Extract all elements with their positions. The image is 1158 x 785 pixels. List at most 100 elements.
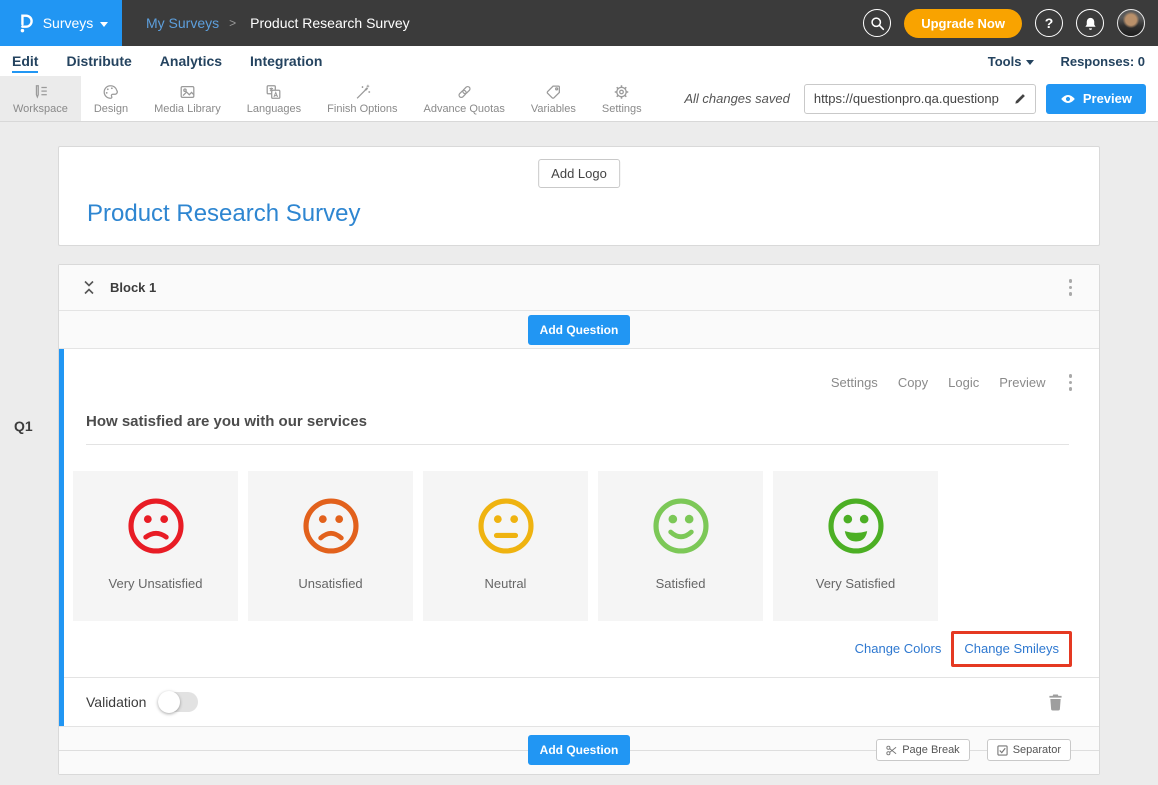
separator-button[interactable]: Separator: [987, 739, 1071, 761]
breadcrumb: My Surveys > Product Research Survey: [146, 15, 410, 31]
gear-icon: [612, 83, 631, 101]
very-unsatisfied-smiley-icon: [125, 495, 187, 557]
tools-menu[interactable]: Tools: [988, 54, 1035, 69]
eye-icon: [1060, 93, 1076, 105]
add-question-button-bottom[interactable]: Add Question: [528, 735, 631, 765]
topbar-actions: Upgrade Now ?: [863, 9, 1158, 38]
bell-icon: [1083, 16, 1098, 31]
delete-question-button[interactable]: [1048, 693, 1063, 711]
page-break-button[interactable]: Page Break: [876, 739, 969, 761]
toolbar-item-media-library[interactable]: Media Library: [141, 76, 234, 121]
toolbar-item-label: Settings: [602, 103, 642, 115]
annotation-highlight-box: Change Smileys: [951, 631, 1072, 667]
pencil-icon: [1013, 92, 1027, 106]
toolbar-item-label: Finish Options: [327, 103, 397, 115]
smiley-option-very-unsatisfied[interactable]: Very Unsatisfied: [73, 471, 238, 621]
toolbar-item-label: Languages: [247, 103, 301, 115]
smiley-label: Unsatisfied: [298, 576, 362, 591]
breadcrumb-my-surveys[interactable]: My Surveys: [146, 15, 219, 31]
toolbar-item-finish-options[interactable]: Finish Options: [314, 76, 410, 121]
block-card: Block 1 Add Question Settings Copy Logic…: [58, 264, 1100, 775]
question-number-label: Q1: [14, 418, 33, 434]
smiley-option-neutral[interactable]: Neutral: [423, 471, 588, 621]
chevron-down-icon: [100, 22, 108, 27]
image-icon: [178, 83, 197, 101]
questionpro-survey-editor: Surveys My Surveys > Product Research Su…: [0, 0, 1158, 785]
save-status: All changes saved: [684, 91, 790, 106]
smiley-customize-links: Change Colors Change Smileys: [91, 631, 1072, 667]
top-bar: Surveys My Surveys > Product Research Su…: [0, 0, 1158, 46]
toolbar-right: All changes saved Preview: [684, 76, 1158, 121]
block-menu-button[interactable]: [1066, 276, 1076, 299]
validation-toggle[interactable]: [158, 692, 198, 712]
smiley-option-satisfied[interactable]: Satisfied: [598, 471, 763, 621]
separator-label: Separator: [1013, 744, 1061, 756]
collapse-vertical-icon: [82, 280, 96, 295]
unsatisfied-smiley-icon: [300, 495, 362, 557]
edit-url-button[interactable]: [1011, 90, 1029, 108]
search-button[interactable]: [863, 9, 891, 37]
toolbar-item-workspace[interactable]: Workspace: [0, 76, 81, 121]
smiley-scale: Very Unsatisfied Unsatisfied: [73, 471, 1099, 621]
smiley-label: Very Satisfied: [816, 576, 896, 591]
tab-integration[interactable]: Integration: [250, 50, 322, 73]
change-colors-link[interactable]: Change Colors: [855, 641, 942, 656]
tab-analytics[interactable]: Analytics: [160, 50, 222, 73]
user-avatar[interactable]: [1117, 9, 1145, 37]
toolbar-item-variables[interactable]: Variables: [518, 76, 589, 121]
help-button[interactable]: ?: [1035, 9, 1063, 37]
smiley-option-very-satisfied[interactable]: Very Satisfied: [773, 471, 938, 621]
validation-row: Validation: [64, 677, 1099, 726]
surveys-app-menu[interactable]: Surveys: [0, 0, 122, 46]
question-settings-link[interactable]: Settings: [831, 375, 878, 390]
very-satisfied-smiley-icon: [825, 495, 887, 557]
smiley-label: Neutral: [485, 576, 527, 591]
add-logo-button[interactable]: Add Logo: [538, 159, 620, 188]
add-question-button-top[interactable]: Add Question: [528, 315, 631, 345]
collapse-block-button[interactable]: [82, 280, 96, 295]
palette-icon: [101, 83, 120, 101]
preview-button[interactable]: Preview: [1046, 84, 1146, 114]
question-preview-link[interactable]: Preview: [999, 375, 1045, 390]
footer-tools: Page Break Separator: [876, 739, 1071, 761]
neutral-smiley-icon: [475, 495, 537, 557]
change-smileys-link[interactable]: Change Smileys: [964, 641, 1059, 656]
smiley-option-unsatisfied[interactable]: Unsatisfied: [248, 471, 413, 621]
survey-title[interactable]: Product Research Survey: [87, 200, 360, 228]
breadcrumb-current-survey: Product Research Survey: [250, 15, 410, 31]
question-logic-link[interactable]: Logic: [948, 375, 979, 390]
page-break-label: Page Break: [902, 744, 959, 756]
upgrade-now-button[interactable]: Upgrade Now: [904, 9, 1022, 38]
section-nav: Edit Distribute Analytics Integration To…: [0, 46, 1158, 76]
question-menu-button[interactable]: [1066, 371, 1076, 394]
toolbar-item-label: Variables: [531, 103, 576, 115]
nav-right: Tools Responses: 0: [988, 54, 1145, 69]
question-text[interactable]: How satisfied are you with our services: [86, 413, 1069, 445]
block-header: Block 1: [59, 265, 1099, 311]
questionpro-logo-icon: [14, 12, 36, 34]
survey-url-input[interactable]: [814, 91, 1011, 106]
tag-icon: [544, 83, 563, 101]
toolbar-item-settings[interactable]: Settings: [589, 76, 655, 121]
checkbox-checked-icon: [997, 745, 1008, 756]
block-name: Block 1: [110, 280, 156, 295]
search-icon: [870, 16, 885, 31]
toolbar-item-advance-quotas[interactable]: Advance Quotas: [410, 76, 517, 121]
tab-edit[interactable]: Edit: [12, 50, 38, 73]
tools-label: Tools: [988, 54, 1022, 69]
workspace-icon: [31, 83, 50, 101]
tab-distribute[interactable]: Distribute: [66, 50, 131, 73]
toolbar-item-design[interactable]: Design: [81, 76, 141, 121]
add-question-row-top: Add Question: [59, 311, 1099, 349]
toolbar-item-languages[interactable]: Languages: [234, 76, 314, 121]
question-copy-link[interactable]: Copy: [898, 375, 928, 390]
smiley-label: Satisfied: [656, 576, 706, 591]
surveys-menu-label: Surveys: [43, 15, 94, 31]
translate-icon: [264, 83, 283, 101]
responses-count: Responses: 0: [1060, 54, 1145, 69]
toolbar-item-label: Media Library: [154, 103, 221, 115]
toolbar-item-label: Advance Quotas: [423, 103, 504, 115]
survey-canvas: Q1 Add Logo Product Research Survey Bloc…: [0, 122, 1158, 785]
survey-header-card: Add Logo Product Research Survey: [58, 146, 1100, 246]
notifications-button[interactable]: [1076, 9, 1104, 37]
